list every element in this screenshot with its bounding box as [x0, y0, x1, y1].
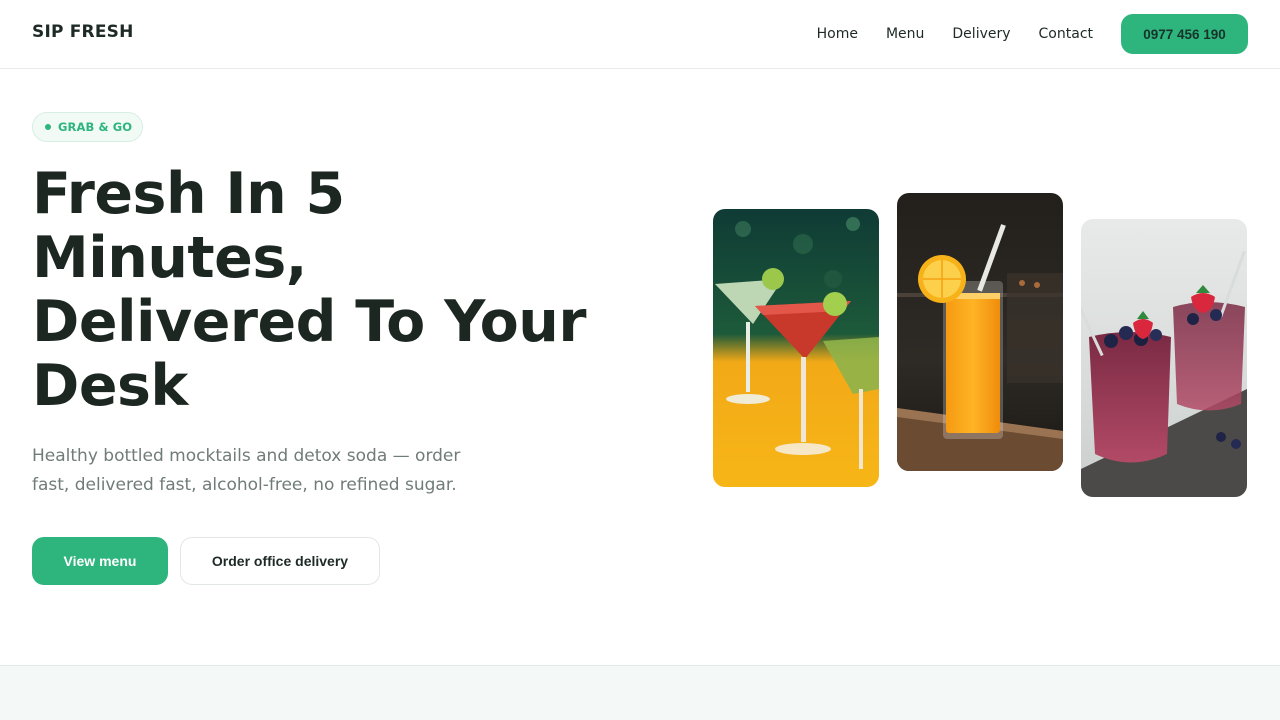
order-office-delivery-button[interactable]: Order office delivery: [180, 537, 380, 585]
nav-delivery[interactable]: Delivery: [952, 24, 1010, 44]
hero-title-line: Desk: [32, 353, 188, 419]
badge-dot-icon: [45, 124, 51, 130]
hero-badge: GRAB & GO: [32, 112, 144, 142]
next-section-band: [0, 665, 1280, 720]
berry-smoothie-image: [1081, 219, 1247, 497]
view-menu-button[interactable]: View menu: [32, 537, 168, 585]
hero-title-line: Delivered To Your: [32, 289, 587, 355]
hero-title: Fresh In 5 Minutes, Delivered To Your De…: [32, 162, 632, 418]
mocktail-glasses-image: [713, 209, 879, 487]
badge-label: GRAB & GO: [58, 120, 133, 134]
orange-juice-image: [897, 193, 1063, 471]
phone-button[interactable]: 0977 456 190: [1121, 14, 1248, 54]
nav-contact[interactable]: Contact: [1039, 24, 1093, 44]
nav-home[interactable]: Home: [817, 24, 858, 44]
hero-title-line: Minutes,: [32, 225, 307, 291]
site-header: SIP FRESH Home Menu Delivery Contact 097…: [0, 0, 1280, 69]
nav-menu[interactable]: Menu: [886, 24, 924, 44]
brand-logo[interactable]: SIP FRESH: [32, 22, 134, 42]
main-nav: Home Menu Delivery Contact: [817, 24, 1093, 44]
hero-title-line: Fresh In 5: [32, 161, 345, 227]
hero-subtitle: Healthy bottled mocktails and detox soda…: [32, 446, 461, 495]
